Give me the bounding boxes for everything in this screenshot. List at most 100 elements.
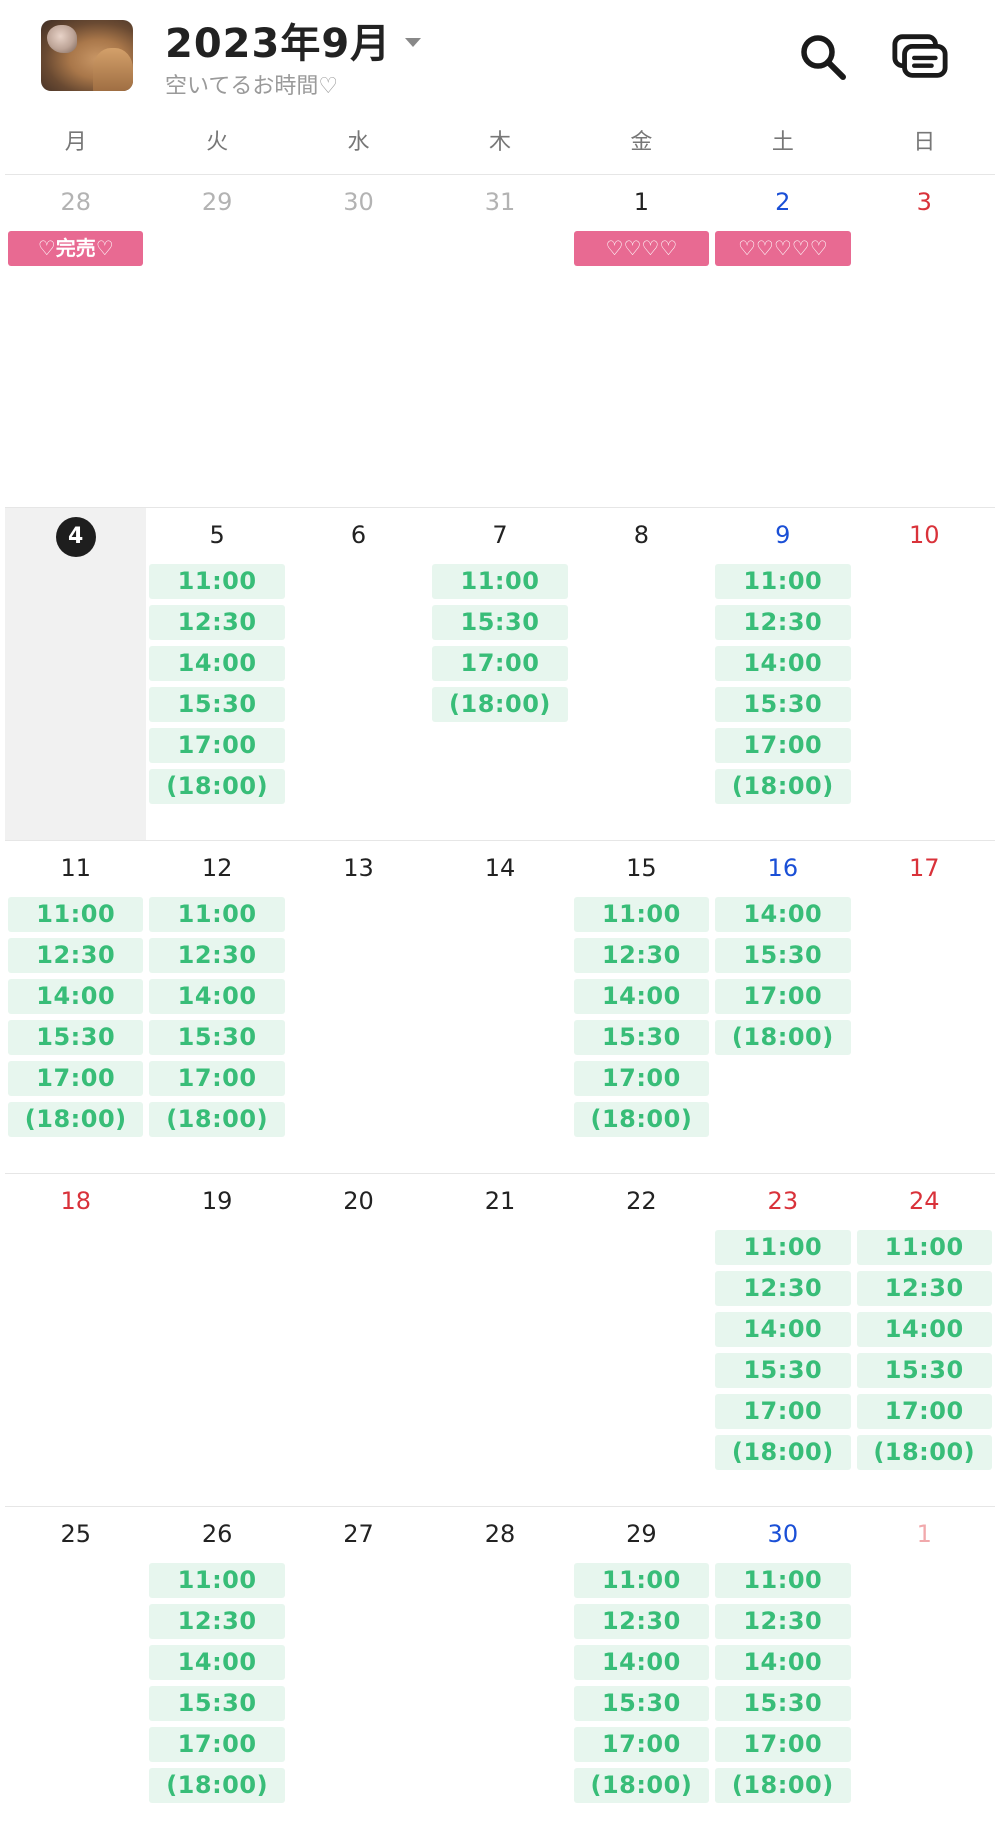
calendar-day[interactable]: 6 xyxy=(288,508,429,840)
calendar-day[interactable]: 3 xyxy=(854,175,995,507)
time-slot[interactable]: 15:30 xyxy=(715,938,851,973)
calendar-day[interactable]: 11 11:00 12:30 14:00 15:30 17:00 (18:00) xyxy=(5,841,146,1173)
time-slot[interactable]: 17:00 xyxy=(715,979,851,1014)
calendar-day-today[interactable]: 4 xyxy=(5,508,147,840)
time-slot[interactable]: (18:00) xyxy=(715,1768,851,1803)
time-slot[interactable]: 15:30 xyxy=(8,1020,144,1055)
calendar-day[interactable]: 1 xyxy=(854,1507,995,1827)
calendar-day[interactable]: 13 xyxy=(288,841,429,1173)
time-slot[interactable]: 17:00 xyxy=(149,1727,285,1762)
event-tag[interactable]: ♡♡♡♡♡ xyxy=(715,231,851,266)
time-slot[interactable]: 14:00 xyxy=(149,979,285,1014)
time-slot[interactable]: 14:00 xyxy=(573,979,710,1014)
calendar-day[interactable]: 18 xyxy=(5,1174,146,1506)
calendar-day[interactable]: 28 ♡完売♡ xyxy=(5,175,146,507)
time-slot[interactable]: 14:00 xyxy=(715,1645,851,1680)
time-slot[interactable]: 15:30 xyxy=(573,1686,710,1721)
calendar-day[interactable]: 17 xyxy=(854,841,995,1173)
time-slot[interactable]: (18:00) xyxy=(573,1768,710,1803)
calendar-day[interactable]: 23 11:00 12:30 14:00 15:30 17:00 (18:00) xyxy=(712,1174,853,1506)
time-slot[interactable]: 11:00 xyxy=(573,897,710,932)
calendar-day[interactable]: 2 ♡♡♡♡♡ xyxy=(712,175,853,507)
calendar-day[interactable]: 24 11:00 12:30 14:00 15:30 17:00 (18:00) xyxy=(854,1174,995,1506)
calendar-day[interactable]: 31 xyxy=(429,175,570,507)
time-slot[interactable]: 17:00 xyxy=(8,1061,144,1096)
time-slot[interactable]: 14:00 xyxy=(715,646,851,681)
time-slot[interactable]: 14:00 xyxy=(573,1645,710,1680)
calendar-day[interactable]: 12 11:00 12:30 14:00 15:30 17:00 (18:00) xyxy=(146,841,287,1173)
time-slot[interactable]: 15:30 xyxy=(432,605,568,640)
time-slot[interactable]: 17:00 xyxy=(856,1394,992,1429)
time-slot[interactable]: (18:00) xyxy=(432,687,568,722)
time-slot[interactable]: 14:00 xyxy=(715,897,851,932)
time-slot[interactable]: 14:00 xyxy=(149,1645,285,1680)
calendar-day[interactable]: 26 11:00 12:30 14:00 15:30 17:00 (18:00) xyxy=(146,1507,287,1827)
time-slot[interactable]: (18:00) xyxy=(149,1768,285,1803)
calendar-day[interactable]: 29 xyxy=(146,175,287,507)
time-slot[interactable]: 14:00 xyxy=(8,979,144,1014)
page-title[interactable]: 2023年9月 xyxy=(165,11,391,69)
time-slot[interactable]: 12:30 xyxy=(715,605,851,640)
time-slot[interactable]: 17:00 xyxy=(715,1394,851,1429)
calendar-day[interactable]: 10 xyxy=(854,508,995,840)
time-slot[interactable]: 11:00 xyxy=(715,564,851,599)
time-slot[interactable]: 12:30 xyxy=(573,938,710,973)
time-slot[interactable]: (18:00) xyxy=(573,1102,710,1137)
time-slot[interactable]: (18:00) xyxy=(149,1102,285,1137)
time-slot[interactable]: 15:30 xyxy=(149,1020,285,1055)
event-tag[interactable]: ♡完売♡ xyxy=(8,231,144,266)
time-slot[interactable]: (18:00) xyxy=(856,1435,992,1470)
calendar-day[interactable]: 22 xyxy=(571,1174,712,1506)
time-slot[interactable]: 17:00 xyxy=(432,646,568,681)
time-slot[interactable]: 15:30 xyxy=(149,1686,285,1721)
time-slot[interactable]: (18:00) xyxy=(715,1435,851,1470)
time-slot[interactable]: 11:00 xyxy=(149,564,285,599)
month-selector[interactable]: 2023年9月 xyxy=(165,11,422,69)
time-slot[interactable]: 17:00 xyxy=(573,1727,710,1762)
time-slot[interactable]: 11:00 xyxy=(432,564,568,599)
calendar-day[interactable]: 15 11:00 12:30 14:00 15:30 17:00 (18:00) xyxy=(571,841,712,1173)
time-slot[interactable]: 14:00 xyxy=(149,646,285,681)
time-slot[interactable]: 15:30 xyxy=(715,1353,851,1388)
time-slot[interactable]: 15:30 xyxy=(856,1353,992,1388)
time-slot[interactable]: (18:00) xyxy=(715,1020,851,1055)
avatar[interactable] xyxy=(41,20,133,91)
time-slot[interactable]: 11:00 xyxy=(149,897,285,932)
calendar-day[interactable]: 30 11:00 12:30 14:00 15:30 17:00 (18:00) xyxy=(712,1507,853,1827)
calendar-day[interactable]: 20 xyxy=(288,1174,429,1506)
time-slot[interactable]: 11:00 xyxy=(8,897,144,932)
calendar-day[interactable]: 1 ♡♡♡♡ xyxy=(571,175,712,507)
chevron-down-icon[interactable] xyxy=(405,37,422,47)
time-slot[interactable]: (18:00) xyxy=(149,769,285,804)
time-slot[interactable]: 12:30 xyxy=(856,1271,992,1306)
time-slot[interactable]: 12:30 xyxy=(715,1271,851,1306)
time-slot[interactable]: 17:00 xyxy=(573,1061,710,1096)
time-slot[interactable]: 15:30 xyxy=(715,687,851,722)
time-slot[interactable]: 12:30 xyxy=(149,938,285,973)
time-slot[interactable]: 11:00 xyxy=(715,1563,851,1598)
time-slot[interactable]: 15:30 xyxy=(573,1020,710,1055)
calendar-day[interactable]: 19 xyxy=(146,1174,287,1506)
time-slot[interactable]: 14:00 xyxy=(715,1312,851,1347)
calendar-day[interactable]: 28 xyxy=(429,1507,570,1827)
calendar-day[interactable]: 30 xyxy=(288,175,429,507)
calendar-day[interactable]: 29 11:00 12:30 14:00 15:30 17:00 (18:00) xyxy=(571,1507,712,1827)
time-slot[interactable]: 17:00 xyxy=(149,1061,285,1096)
event-tag[interactable]: ♡♡♡♡ xyxy=(573,231,710,266)
time-slot[interactable]: 12:30 xyxy=(149,605,285,640)
calendar-day[interactable]: 7 11:00 15:30 17:00 (18:00) xyxy=(429,508,570,840)
calendar-day[interactable]: 8 xyxy=(571,508,712,840)
search-icon[interactable] xyxy=(794,28,852,86)
time-slot[interactable]: (18:00) xyxy=(715,769,851,804)
calendar-day[interactable]: 21 xyxy=(429,1174,570,1506)
time-slot[interactable]: 17:00 xyxy=(149,728,285,763)
calendar-day[interactable]: 16 14:00 15:30 17:00 (18:00) xyxy=(712,841,853,1173)
time-slot[interactable]: 17:00 xyxy=(715,728,851,763)
time-slot[interactable]: 11:00 xyxy=(856,1230,992,1265)
time-slot[interactable]: 11:00 xyxy=(715,1230,851,1265)
time-slot[interactable]: 15:30 xyxy=(149,687,285,722)
calendar-day[interactable]: 5 11:00 12:30 14:00 15:30 17:00 (18:00) xyxy=(146,508,287,840)
time-slot[interactable]: 14:00 xyxy=(856,1312,992,1347)
time-slot[interactable]: 11:00 xyxy=(573,1563,710,1598)
time-slot[interactable]: 11:00 xyxy=(149,1563,285,1598)
